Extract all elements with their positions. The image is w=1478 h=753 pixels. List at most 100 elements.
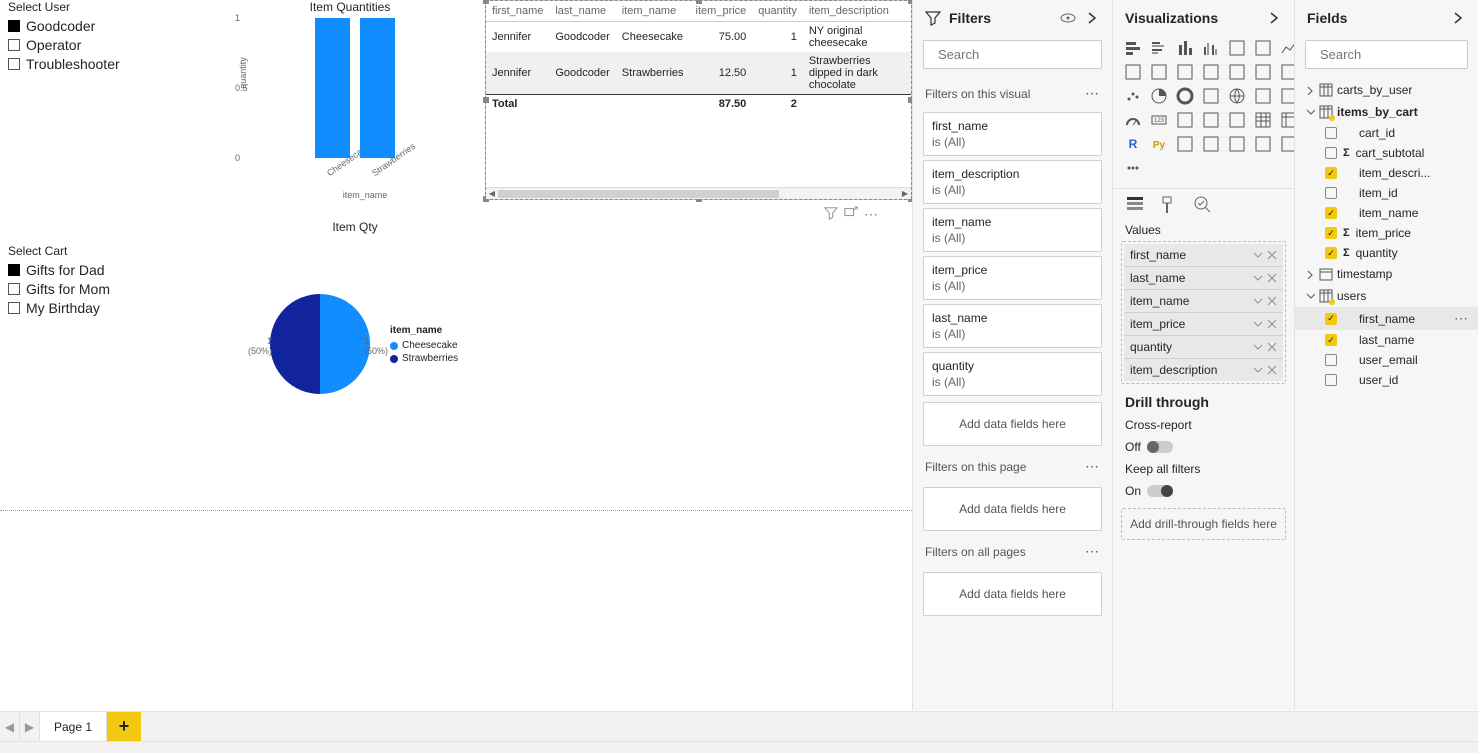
bar-chart[interactable]: Item Quantities 1 0.5 0 quantity Cheesec… [225, 0, 475, 210]
viz-type-slicer[interactable] [1227, 110, 1247, 130]
field-item_id[interactable]: item_id [1295, 183, 1478, 203]
field-quantity[interactable]: Σquantity [1295, 243, 1478, 263]
checkbox-icon[interactable] [1325, 147, 1337, 159]
filter-card-last_name[interactable]: last_nameis (All) [923, 304, 1102, 348]
viz-type-line-stacked-column[interactable] [1175, 62, 1195, 82]
viz-type-paginated[interactable] [1253, 134, 1273, 154]
viz-type-donut[interactable] [1175, 86, 1195, 106]
viz-type-100-stacked-column[interactable] [1253, 38, 1273, 58]
filter-icon[interactable] [824, 206, 838, 220]
viz-type-qa[interactable] [1227, 134, 1247, 154]
viz-type-filled-map[interactable] [1253, 86, 1273, 106]
add-page-button[interactable]: + [107, 712, 141, 741]
filter-card-quantity[interactable]: quantityis (All) [923, 352, 1102, 396]
remove-icon[interactable] [1267, 319, 1277, 329]
more-options-icon[interactable]: ⋯ [864, 206, 878, 220]
slicer-user-item-1[interactable]: Operator [8, 37, 120, 53]
scroll-left-icon[interactable]: ◀ [486, 189, 498, 198]
col-header[interactable]: last_name [549, 1, 615, 22]
page-tab-1[interactable]: Page 1 [40, 712, 107, 741]
bar-0[interactable]: Cheesecake [315, 18, 350, 158]
viz-type-line-clustered-column[interactable] [1201, 62, 1221, 82]
viz-type-gauge[interactable] [1123, 110, 1143, 130]
keep-filters-toggle[interactable] [1147, 485, 1173, 497]
section-more-icon[interactable]: ⋯ [1085, 458, 1100, 475]
viz-type-decomposition-tree[interactable] [1201, 134, 1221, 154]
viz-type-python-visual[interactable]: Py [1149, 134, 1169, 154]
field-cart_subtotal[interactable]: Σcart_subtotal [1295, 143, 1478, 163]
collapse-pane-icon[interactable] [1450, 10, 1466, 26]
value-pill-item_name[interactable]: item_name [1124, 290, 1283, 313]
chevron-down-icon[interactable] [1253, 296, 1263, 306]
checkbox-icon[interactable] [1325, 247, 1337, 259]
page-next-icon[interactable]: ▶ [20, 712, 40, 741]
col-header[interactable]: quantity [752, 1, 803, 22]
fields-search[interactable] [1305, 40, 1468, 69]
chevron-down-icon[interactable] [1253, 273, 1263, 283]
viz-type-clustered-column[interactable] [1201, 38, 1221, 58]
filter-card-item_description[interactable]: item_descriptionis (All) [923, 160, 1102, 204]
table-node-carts_by_user[interactable]: carts_by_user [1295, 79, 1478, 101]
table-node-users[interactable]: users [1295, 285, 1478, 307]
checkbox-icon[interactable] [1325, 187, 1337, 199]
col-header[interactable]: item_description [803, 1, 911, 22]
value-pill-item_price[interactable]: item_price [1124, 313, 1283, 336]
legend-item-1[interactable]: Strawberries [390, 353, 458, 364]
viz-type-stacked-area[interactable] [1149, 62, 1169, 82]
legend-item-0[interactable]: Cheesecake [390, 340, 458, 351]
chevron-down-icon[interactable] [1253, 319, 1263, 329]
remove-icon[interactable] [1267, 250, 1277, 260]
checkbox-icon[interactable] [1325, 167, 1337, 179]
value-pill-quantity[interactable]: quantity [1124, 336, 1283, 359]
viz-type-r-visual[interactable]: R [1123, 134, 1143, 154]
checkbox-icon[interactable] [1325, 374, 1337, 386]
value-pill-item_description[interactable]: item_description [1124, 359, 1283, 381]
viz-type-scatter[interactable] [1123, 86, 1143, 106]
slicer-user-item-0[interactable]: Goodcoder [8, 18, 120, 34]
viz-type-card[interactable]: 123 [1149, 110, 1169, 130]
filter-card-item_name[interactable]: item_nameis (All) [923, 208, 1102, 252]
filter-page-drop[interactable]: Add data fields here [923, 487, 1102, 531]
slicer-cart-item-2[interactable]: My Birthday [8, 300, 110, 316]
viz-type-multi-row-card[interactable] [1175, 110, 1195, 130]
focus-mode-icon[interactable] [844, 206, 858, 220]
field-more-icon[interactable]: ⋯ [1454, 310, 1468, 327]
viz-type-clustered-bar[interactable] [1149, 38, 1169, 58]
viz-type-stacked-bar[interactable] [1123, 38, 1143, 58]
field-cart_id[interactable]: cart_id [1295, 123, 1478, 143]
checkbox-icon[interactable] [1325, 227, 1337, 239]
section-more-icon[interactable]: ⋯ [1085, 543, 1100, 560]
table-row[interactable]: JenniferGoodcoderCheesecake75.001NY orig… [486, 22, 911, 53]
remove-icon[interactable] [1267, 365, 1277, 375]
viz-type-kpi[interactable] [1201, 110, 1221, 130]
table-scroll-bar[interactable]: ◀ ▶ [486, 187, 911, 199]
cross-report-toggle[interactable] [1147, 441, 1173, 453]
slicer-cart-item-0[interactable]: Gifts for Dad [8, 262, 110, 278]
slicer-cart-item-1[interactable]: Gifts for Mom [8, 281, 110, 297]
slicer-user-item-2[interactable]: Troubleshooter [8, 56, 120, 72]
filter-search[interactable] [923, 40, 1102, 69]
col-header[interactable]: item_price [690, 1, 753, 22]
drill-through-drop[interactable]: Add drill-through fields here [1121, 508, 1286, 540]
field-item_name[interactable]: item_name [1295, 203, 1478, 223]
bar-1[interactable]: Strawberries [360, 18, 395, 158]
chevron-down-icon[interactable] [1253, 342, 1263, 352]
chevron-down-icon[interactable] [1253, 365, 1263, 375]
table-node-timestamp[interactable]: timestamp [1295, 263, 1478, 285]
value-pill-last_name[interactable]: last_name [1124, 267, 1283, 290]
viz-type-key-influencers[interactable] [1175, 134, 1195, 154]
checkbox-icon[interactable] [1325, 207, 1337, 219]
col-header[interactable]: item_name [616, 1, 690, 22]
filter-visual-drop[interactable]: Add data fields here [923, 402, 1102, 446]
chevron-down-icon[interactable] [1253, 250, 1263, 260]
page-prev-icon[interactable]: ◀ [0, 712, 20, 741]
viz-type-pie[interactable] [1149, 86, 1169, 106]
section-more-icon[interactable]: ⋯ [1085, 85, 1100, 102]
checkbox-icon[interactable] [1325, 334, 1337, 346]
viz-type-stacked-column[interactable] [1175, 38, 1195, 58]
filter-card-item_price[interactable]: item_priceis (All) [923, 256, 1102, 300]
checkbox-icon[interactable] [1325, 127, 1337, 139]
viz-type-ribbon[interactable] [1227, 62, 1247, 82]
scroll-right-icon[interactable]: ▶ [899, 189, 911, 198]
field-first_name[interactable]: first_name⋯ [1295, 307, 1478, 330]
